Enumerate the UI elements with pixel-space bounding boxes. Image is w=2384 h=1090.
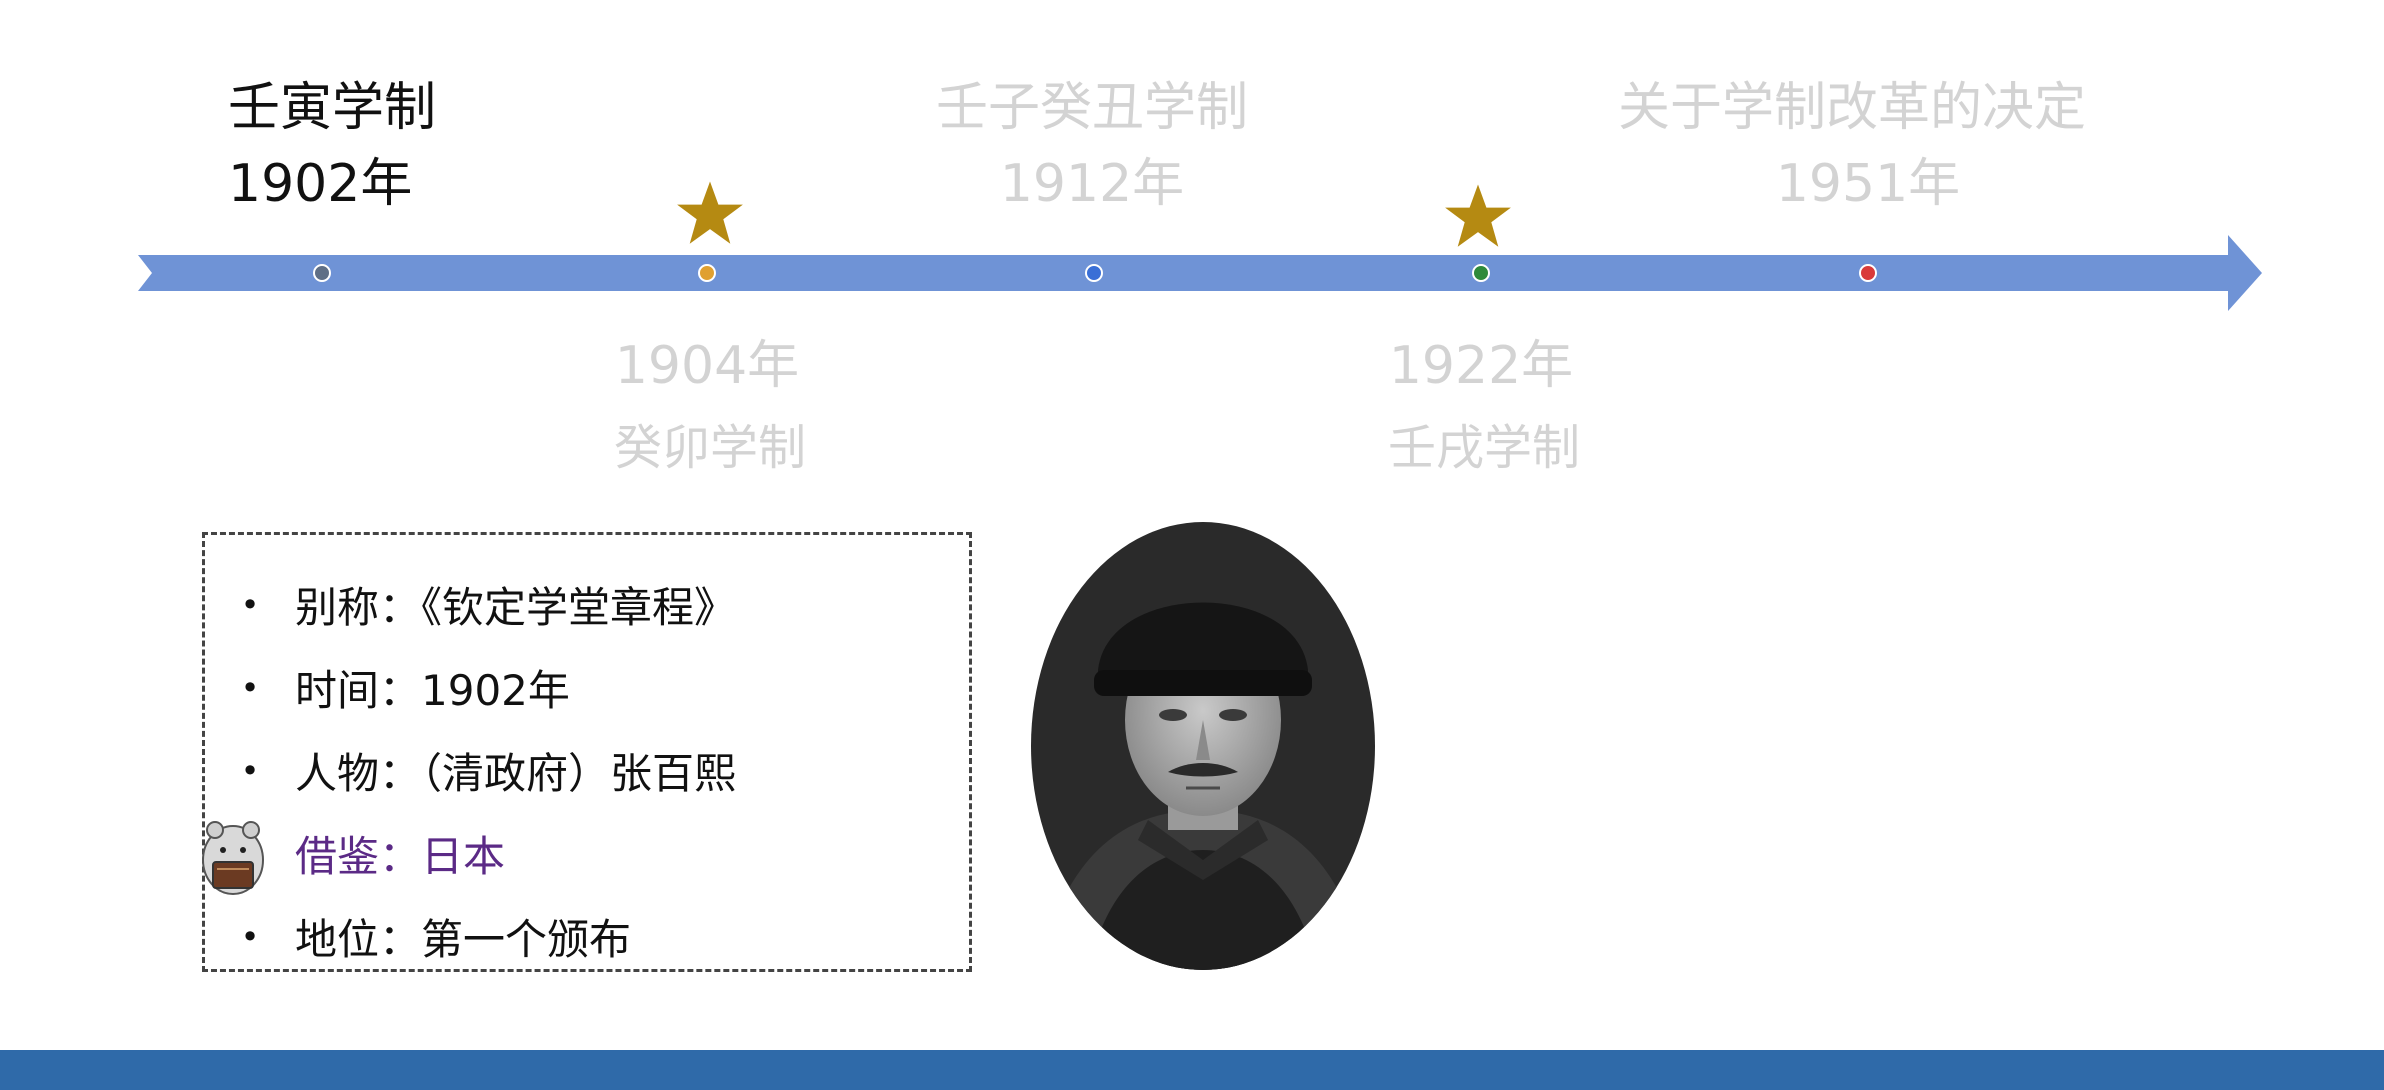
timeline-dot-1904[interactable]: [698, 264, 716, 282]
info-item-status: • 地位：第一个颁布: [205, 895, 969, 978]
info-item-time: • 时间：1902年: [205, 646, 969, 729]
portrait-image: [1031, 522, 1375, 970]
timeline-1904-year: 1904年: [614, 336, 800, 396]
info-item-person: • 人物：（清政府）张百熙: [205, 729, 969, 812]
timeline-1922-name: 壬戌学制: [1387, 420, 1581, 476]
timeline-dot-1922[interactable]: [1472, 264, 1490, 282]
info-box: • 别称：《钦定学堂章程》 • 时间：1902年 • 人物：（清政府）张百熙 借…: [202, 532, 972, 972]
timeline-dot-1902[interactable]: [313, 264, 331, 282]
bullet: •: [240, 751, 260, 790]
timeline-arrow-shape: [138, 235, 2262, 311]
timeline-arrow: [138, 235, 2262, 311]
info-item-text: 借鉴：日本: [295, 832, 506, 881]
timeline-dot-1951[interactable]: [1859, 264, 1877, 282]
bullet: •: [240, 585, 260, 624]
slide: 壬寅学制 1902年 壬子癸丑学制 1912年 关于学制改革的决定 1951年 …: [0, 0, 2384, 1090]
info-item-text: 人物：（清政府）张百熙: [295, 749, 737, 798]
timeline-1922-year: 1922年: [1388, 336, 1574, 396]
timeline-dot-1912[interactable]: [1085, 264, 1103, 282]
bullet: •: [240, 668, 260, 707]
bullet: •: [240, 917, 260, 956]
info-item-alias: • 别称：《钦定学堂章程》: [205, 563, 969, 646]
star-icon: [677, 181, 743, 244]
info-item-text: 地位：第一个颁布: [295, 915, 632, 964]
timeline-1904-name: 癸卯学制: [613, 420, 807, 476]
hamster-mascot-icon: [202, 821, 264, 895]
info-item-reference: 借鉴：日本: [202, 812, 969, 895]
star-icon: [1445, 184, 1511, 247]
info-item-text: 别称：《钦定学堂章程》: [295, 583, 737, 632]
footer-bar: [0, 1050, 2384, 1090]
info-item-text: 时间：1902年: [295, 666, 570, 715]
